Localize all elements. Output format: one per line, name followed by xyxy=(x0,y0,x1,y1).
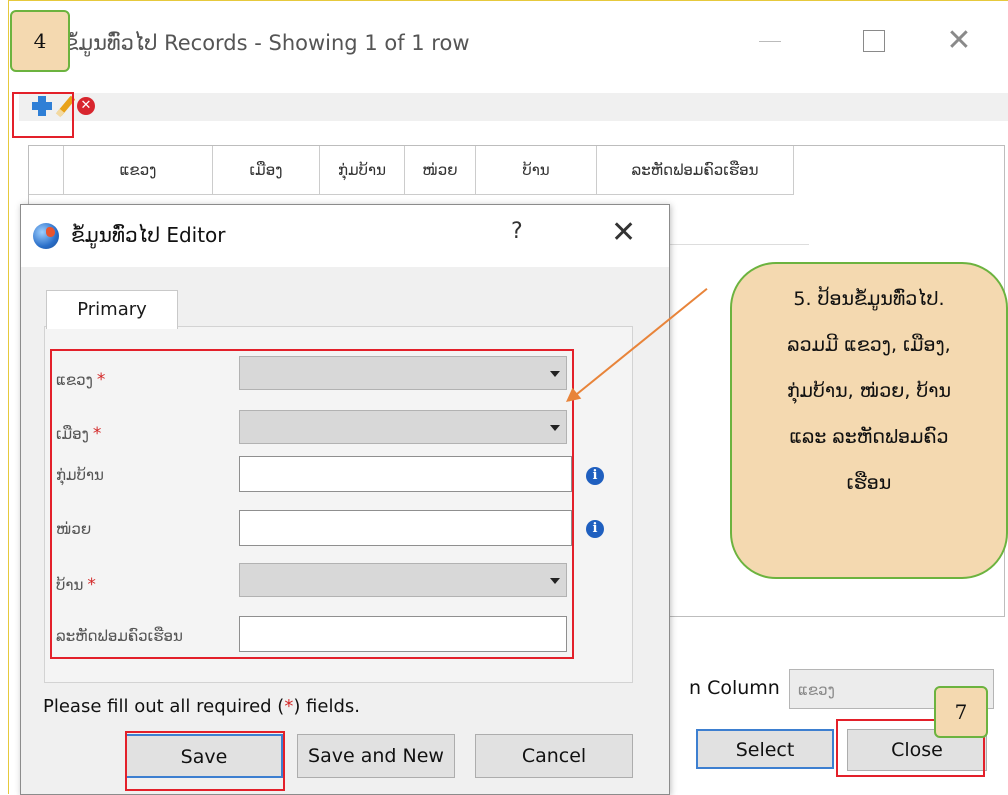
globe-icon xyxy=(33,223,59,249)
column-header[interactable]: ກຸ່ມບ້ານ xyxy=(320,146,405,194)
grid-corner xyxy=(29,146,64,194)
village-combo[interactable] xyxy=(239,563,567,597)
step-4-badge: 4 xyxy=(10,10,70,72)
column-header[interactable]: ບ້ານ xyxy=(476,146,597,194)
village-group-input[interactable] xyxy=(239,456,572,492)
required-star: * xyxy=(96,370,106,390)
callout-line-5: ເຮືອນ xyxy=(846,472,892,494)
records-window-title: ຂໍ້ມູນທົ່ວໄປ Records - Showing 1 of 1 ro… xyxy=(64,31,470,55)
editor-title: ຂໍ້ມູນທົ່ວໄປ Editor xyxy=(71,223,226,247)
field-label-text: ເມືອງ xyxy=(56,425,89,443)
save-and-new-button[interactable]: Save and New xyxy=(297,734,455,778)
search-column-label: n Column xyxy=(689,677,780,699)
field-label-text: ແຂວງ xyxy=(56,371,93,389)
editor-close-icon[interactable]: ✕ xyxy=(611,215,636,250)
records-toolbar: ✕ xyxy=(19,93,1008,121)
column-header[interactable]: ເມືອງ xyxy=(213,146,320,194)
field-label-village: ບ້ານ * xyxy=(56,575,96,595)
info-icon[interactable]: i xyxy=(586,467,604,485)
cancel-button[interactable]: Cancel xyxy=(475,734,633,778)
required-star: * xyxy=(87,575,96,595)
field-label-text: ໜ່ວຍ xyxy=(56,520,92,538)
help-icon[interactable]: ? xyxy=(511,219,523,244)
hint-text-end: ) fields. xyxy=(293,696,360,717)
info-icon[interactable]: i xyxy=(586,520,604,538)
step-7-badge: 7 xyxy=(934,686,988,738)
grid-header: ແຂວງ ເມືອງ ກຸ່ມບ້ານ ໜ່ວຍ ບ້ານ ລະຫັດຟອມຄົ… xyxy=(29,146,794,195)
minimize-icon[interactable] xyxy=(749,23,789,59)
edit-record-icon[interactable] xyxy=(55,95,77,117)
select-button[interactable]: Select xyxy=(696,729,834,769)
step-5-callout: 5. ປ້ອນຂໍ້ມູນທົ່ວໄປ. ລວມມີ ແຂວງ, ເມືອງ, … xyxy=(730,262,1008,579)
column-header[interactable]: ໜ່ວຍ xyxy=(405,146,476,194)
field-label-unit: ໜ່ວຍ xyxy=(56,520,91,538)
field-label-text: ກຸ່ມບ້ານ xyxy=(56,466,104,484)
editor-dialog: ຂໍ້ມູນທົ່ວໄປ Editor ? ✕ Primary ແຂວງ * ເມ… xyxy=(20,204,670,795)
add-record-icon[interactable] xyxy=(31,95,53,117)
hint-star: * xyxy=(284,696,294,717)
save-button[interactable]: Save xyxy=(125,734,283,778)
required-star: * xyxy=(92,424,102,444)
field-label-text: ບ້ານ xyxy=(56,576,84,594)
hint-text-start: Please fill out all required ( xyxy=(43,696,285,717)
maximize-icon[interactable] xyxy=(853,23,893,59)
field-label-province: ແຂວງ * xyxy=(56,370,105,390)
unit-input[interactable] xyxy=(239,510,572,546)
callout-line-1: 5. ປ້ອນຂໍ້ມູນທົ່ວໄປ. xyxy=(793,288,945,310)
window-close-icon[interactable]: ✕ xyxy=(939,23,979,59)
tab-primary[interactable]: Primary xyxy=(46,290,178,329)
field-label-district: ເມືອງ * xyxy=(56,424,101,444)
province-combo[interactable] xyxy=(239,356,567,390)
callout-line-2: ລວມມີ ແຂວງ, ເມືອງ, xyxy=(787,334,951,356)
required-fields-hint: Please fill out all required (*) fields. xyxy=(43,696,360,717)
district-combo[interactable] xyxy=(239,410,567,444)
field-label-household-code: ລະຫັດຟອມຄົວເຮືອນ xyxy=(56,627,183,645)
editor-titlebar: ຂໍ້ມູນທົ່ວໄປ Editor ? ✕ xyxy=(21,205,669,267)
delete-record-icon[interactable]: ✕ xyxy=(77,97,95,115)
column-header[interactable]: ແຂວງ xyxy=(64,146,213,194)
callout-line-4: ແລະ ລະຫັດຟອມຄົວ xyxy=(789,426,949,448)
field-label-village-group: ກຸ່ມບ້ານ xyxy=(56,466,104,484)
field-label-text: ລະຫັດຟອມຄົວເຮືອນ xyxy=(56,627,183,645)
column-header[interactable]: ລະຫັດຟອມຄົວເຮືອນ xyxy=(597,146,794,194)
callout-line-3: ກຸ່ມບ້ານ, ໜ່ວຍ, ບ້ານ xyxy=(786,380,952,402)
household-code-input[interactable] xyxy=(239,616,567,652)
